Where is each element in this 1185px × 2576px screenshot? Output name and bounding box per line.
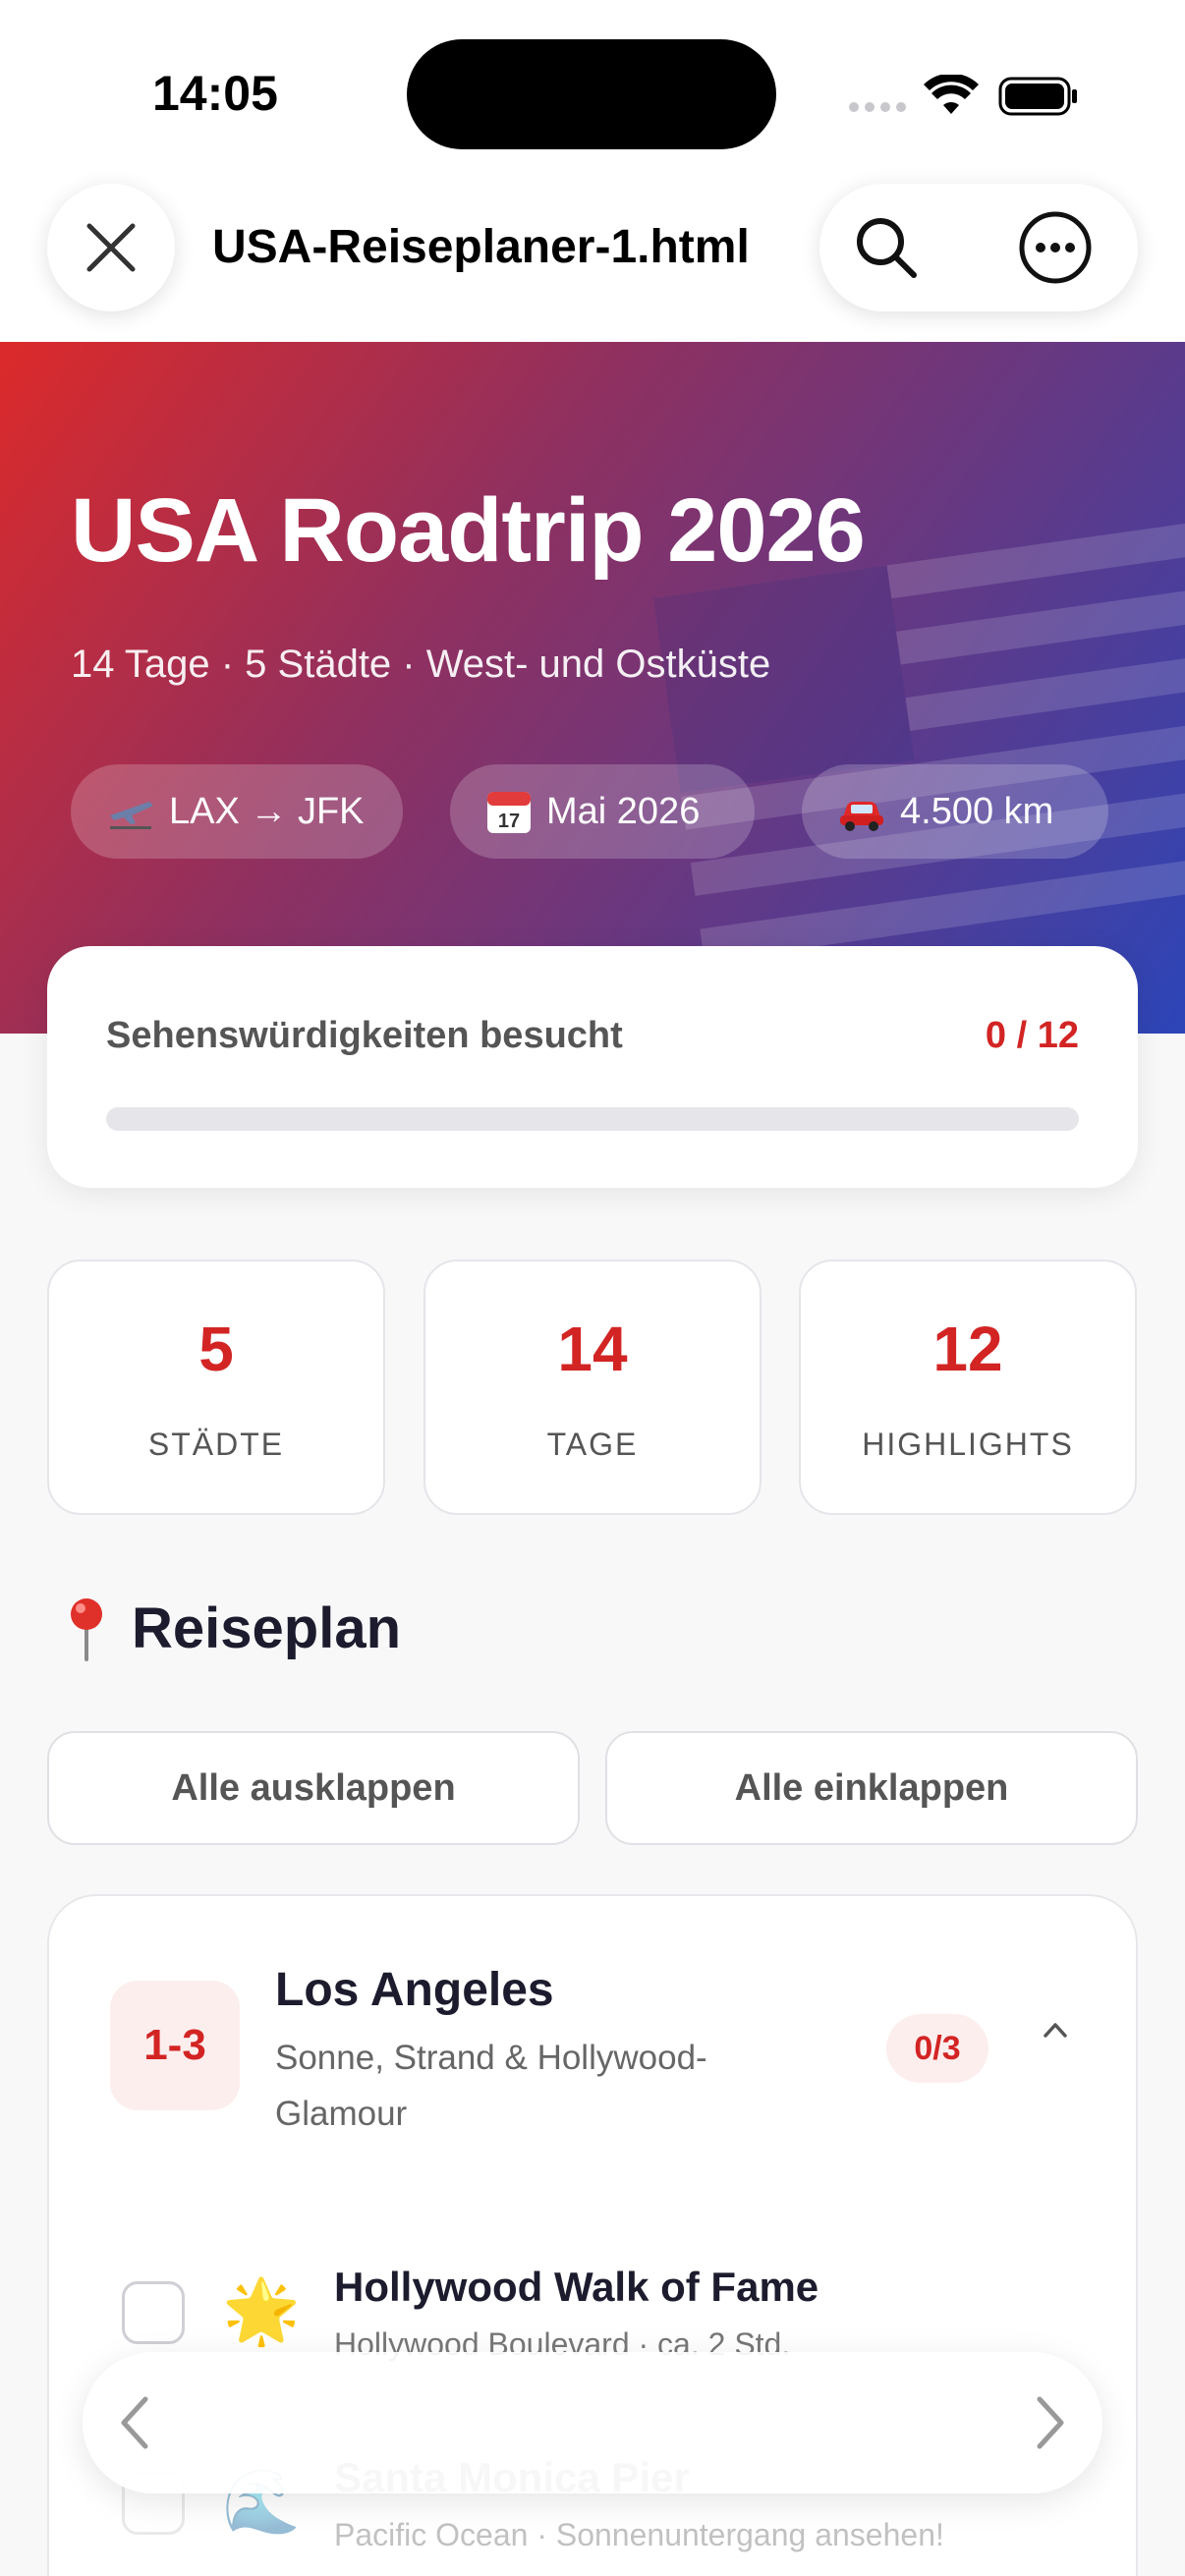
wifi-icon <box>924 75 979 114</box>
stat-label: HIGHLIGHTS <box>862 1427 1074 1462</box>
search-icon <box>857 218 917 278</box>
hero-subtitle: 14 Tage · 5 Städte · West- und Ostküste <box>71 643 771 686</box>
poi-checkbox[interactable] <box>122 2281 185 2344</box>
progress-label: Sehenswürdigkeiten besucht <box>106 1015 623 1056</box>
search-button[interactable] <box>847 208 926 287</box>
more-options-button[interactable] <box>1016 208 1095 287</box>
stat-label: STÄDTE <box>147 1427 285 1462</box>
stat-card-days: 14 TAGE <box>423 1260 762 1515</box>
close-button[interactable] <box>47 184 175 311</box>
chevron-up-icon[interactable] <box>1036 2010 1075 2049</box>
stat-value: 5 <box>198 1314 234 1384</box>
browser-actions <box>819 184 1138 311</box>
route-chip: LAX → JFK <box>71 764 403 859</box>
star-icon: 🌟 <box>222 2275 301 2346</box>
distance-chip: 4.500 km <box>802 764 1108 859</box>
city-name[interactable]: Los Angeles <box>275 1963 554 2017</box>
stat-card-cities: 5 STÄDTE <box>47 1260 385 1515</box>
poi-name: Hollywood Walk of Fame <box>334 2264 819 2310</box>
dynamic-island <box>407 39 776 149</box>
progress-bar <box>106 1107 1079 1131</box>
calendar-icon: 17 <box>487 792 531 833</box>
stat-value: 12 <box>932 1314 1003 1384</box>
progress-card: Sehenswürdigkeiten besucht 0 / 12 <box>47 946 1138 1188</box>
browser-toolbar: USA-Reiseplaner-1.html <box>0 177 1185 342</box>
city-description: Sonne, Strand & Hollywood-Glamour <box>275 2039 707 2133</box>
collapse-all-button[interactable]: Alle einklappen <box>605 1731 1138 1845</box>
forward-button[interactable] <box>1010 2381 1089 2464</box>
car-icon <box>840 802 883 831</box>
back-button[interactable] <box>96 2381 175 2464</box>
poi-meta: Pacific Ocean · Sonnenuntergang ansehen! <box>334 2517 944 2552</box>
status-bar: 14:05 <box>0 0 1185 177</box>
pushpin-icon <box>71 1597 102 1661</box>
city-progress-badge: 0/3 <box>886 2014 988 2083</box>
route-chip-label: LAX → JFK <box>169 790 365 832</box>
ellipsis-circle-icon <box>1019 211 1092 284</box>
page-filename: USA-Reiseplaner-1.html <box>212 221 750 273</box>
cellular-signal-icon <box>849 102 906 112</box>
stat-label: TAGE <box>546 1427 639 1462</box>
section-heading: Reiseplan <box>67 1596 401 1661</box>
stat-value: 14 <box>557 1314 628 1384</box>
progress-count: 0 / 12 <box>985 1015 1079 1056</box>
close-icon <box>86 223 136 272</box>
chevron-right-icon <box>1037 2396 1064 2449</box>
date-chip: 17 Mai 2026 <box>450 764 755 859</box>
browser-bottom-nav <box>83 2352 1102 2493</box>
distance-chip-label: 4.500 km <box>900 790 1054 832</box>
expand-all-button[interactable]: Alle ausklappen <box>47 1731 580 1845</box>
day-range-badge: 1-3 <box>110 1981 240 2110</box>
status-time: 14:05 <box>152 66 278 121</box>
svg-text:17: 17 <box>498 811 520 832</box>
stat-card-highlights: 12 HIGHLIGHTS <box>799 1260 1137 1515</box>
airplane-departure-icon <box>110 802 153 829</box>
hero-title: USA Roadtrip 2026 <box>71 480 866 581</box>
section-title: Reiseplan <box>132 1596 401 1660</box>
battery-icon <box>998 77 1077 116</box>
chevron-left-icon <box>121 2396 148 2449</box>
hero-banner: USA Roadtrip 2026 14 Tage · 5 Städte · W… <box>0 342 1185 1034</box>
date-chip-label: Mai 2026 <box>546 790 701 832</box>
